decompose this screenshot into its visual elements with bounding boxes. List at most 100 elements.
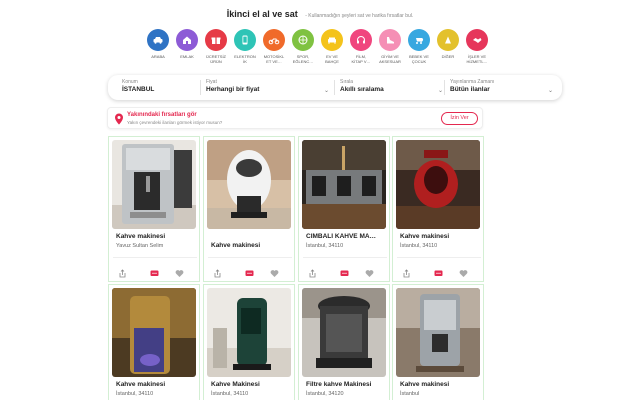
category-label: EMLAK (180, 54, 194, 59)
message-icon[interactable] (434, 265, 443, 276)
listing-title: Kahve Makinesi (211, 381, 260, 388)
share-icon[interactable] (308, 265, 317, 278)
chevron-down-icon: ⌄ (324, 88, 330, 94)
listing-card[interactable]: Kahve makinesi İstanbul, 34110 (108, 284, 200, 400)
phone-icon (234, 29, 256, 51)
filter-divider (200, 80, 201, 95)
card-divider (113, 257, 197, 258)
sort-filter[interactable]: Sırala Akıllı sıralama ⌄ (340, 79, 444, 96)
share-icon[interactable] (213, 265, 222, 278)
listing-title: Filtre kahve Makinesi (306, 381, 372, 388)
category-label: ÜCRETSİZ ÜRÜN (206, 54, 226, 64)
listing-title: Kahve makinesi (211, 242, 261, 249)
heart-icon[interactable] (175, 265, 184, 277)
location-banner: Yakınındaki fırsatları gör Yakın çevrend… (107, 107, 483, 129)
sofa-icon (321, 29, 343, 51)
listing-image[interactable] (112, 140, 196, 229)
filter-bar: Konum İSTANBUL Fiyat Herhangi bir fiyat … (108, 75, 562, 100)
headphones-icon (350, 29, 372, 51)
grid-icon (437, 29, 459, 51)
heart-icon[interactable] (459, 265, 468, 277)
listing-location: İstanbul, 34110 (116, 391, 154, 397)
date-filter[interactable]: Yayınlanma Zamanı Bütün ilanlar ⌄ (450, 79, 554, 96)
heart-icon[interactable] (365, 265, 374, 277)
category-isler-hizmetler[interactable]: İŞLER VE HİZMETL… (463, 29, 491, 64)
category-emlak[interactable]: EMLAK (173, 29, 201, 59)
listing-title: Kahve makinesi (116, 233, 166, 240)
category-label: İŞLER VE HİZMETL… (466, 54, 488, 64)
listing-card[interactable]: Kahve makinesi İstanbul (392, 284, 484, 400)
card-actions (204, 265, 296, 278)
listing-image[interactable] (112, 288, 196, 377)
listing-card[interactable]: Kahve makinesi İstanbul, 34110 (392, 136, 484, 282)
category-bebek-cocuk[interactable]: BEBEK VE ÇOCUK (405, 29, 433, 64)
listing-title: Kahve makinesi (400, 381, 450, 388)
card-actions (393, 265, 485, 278)
category-label: ELEKTRON İK (234, 54, 256, 64)
gift-icon (205, 29, 227, 51)
category-ev-bahce[interactable]: EV VE BAHÇE (318, 29, 346, 64)
stroller-icon (408, 29, 430, 51)
filter-value: İSTANBUL (122, 86, 155, 93)
category-araba[interactable]: ARABA (144, 29, 172, 59)
category-motosiklet[interactable]: MOTOSİKL ET VE… (260, 29, 288, 64)
filter-divider (334, 80, 335, 95)
category-label: SPOR, EĞLENC… (292, 54, 314, 64)
page-header: İkinci el al ve sat - Kullanmadığın şeyl… (0, 4, 640, 22)
message-icon[interactable] (150, 265, 159, 276)
category-label: EV VE BAHÇE (325, 54, 339, 64)
listing-image[interactable] (396, 288, 480, 377)
listing-image[interactable] (207, 140, 291, 229)
listing-image[interactable] (302, 288, 386, 377)
category-film-kitap[interactable]: FİLM, KİTAP V… (347, 29, 375, 64)
category-elektronik[interactable]: ELEKTRON İK (231, 29, 259, 64)
heart-icon[interactable] (270, 265, 279, 277)
listing-location: İstanbul (400, 391, 420, 397)
listing-location: İstanbul, 34110 (211, 391, 249, 397)
listing-location: İstanbul, 34120 (306, 391, 344, 397)
share-icon[interactable] (402, 265, 411, 278)
card-divider (303, 257, 387, 258)
filter-value: Herhangi bir fiyat (206, 86, 260, 93)
shoe-icon (379, 29, 401, 51)
page-title: İkinci el al ve sat (226, 9, 298, 19)
listing-location: İstanbul, 34110 (306, 243, 344, 249)
listing-title: Kahve makinesi (116, 381, 166, 388)
card-actions (109, 265, 201, 278)
category-label: FİLM, KİTAP V… (351, 54, 371, 64)
listing-card[interactable]: Kahve makinesi (203, 136, 295, 282)
listing-location: İstanbul, 34110 (400, 243, 438, 249)
category-ucretsiz-urun[interactable]: ÜCRETSİZ ÜRÜN (202, 29, 230, 64)
listing-card[interactable]: Filtre kahve Makinesi İstanbul, 34120 (298, 284, 390, 400)
banner-text: Yakın çevrendeki ilanları görmek istiyor… (127, 120, 223, 125)
location-filter[interactable]: Konum İSTANBUL (122, 79, 202, 96)
listing-image[interactable] (396, 140, 480, 229)
ball-icon (292, 29, 314, 51)
listing-location: Yavuz Sultan Selim (116, 243, 164, 249)
share-icon[interactable] (118, 265, 127, 278)
category-bar: ARABA EMLAK ÜCRETSİZ ÜRÜN ELEKTRON İK MO… (144, 29, 496, 69)
category-diger[interactable]: DİĞER (434, 29, 462, 59)
price-filter[interactable]: Fiyat Herhangi bir fiyat ⌄ (206, 79, 330, 96)
category-label: DİĞER (441, 54, 455, 59)
handshake-icon (466, 29, 488, 51)
message-icon[interactable] (340, 265, 349, 276)
category-spor[interactable]: SPOR, EĞLENC… (289, 29, 317, 64)
category-giyim[interactable]: GİYİM VE AKSESUAR (376, 29, 404, 64)
message-icon[interactable] (245, 265, 254, 276)
listing-card[interactable]: Kahve makinesi Yavuz Sultan Selim (108, 136, 200, 282)
car-icon (147, 29, 169, 51)
filter-value: Bütün ilanlar (450, 86, 490, 93)
card-actions (299, 265, 391, 278)
house-icon (176, 29, 198, 51)
listing-image[interactable] (207, 288, 291, 377)
allow-location-button[interactable]: İzin Ver (441, 112, 478, 125)
card-divider (397, 257, 481, 258)
filter-divider (444, 80, 445, 95)
listing-card[interactable]: CIMBALI KAHVE MA… İstanbul, 34110 (298, 136, 390, 282)
listing-card[interactable]: Kahve Makinesi İstanbul, 34110 (203, 284, 295, 400)
listing-title: Kahve makinesi (400, 233, 450, 240)
listing-image[interactable] (302, 140, 386, 229)
category-label: ARABA (151, 54, 165, 59)
chevron-down-icon: ⌄ (548, 88, 554, 94)
